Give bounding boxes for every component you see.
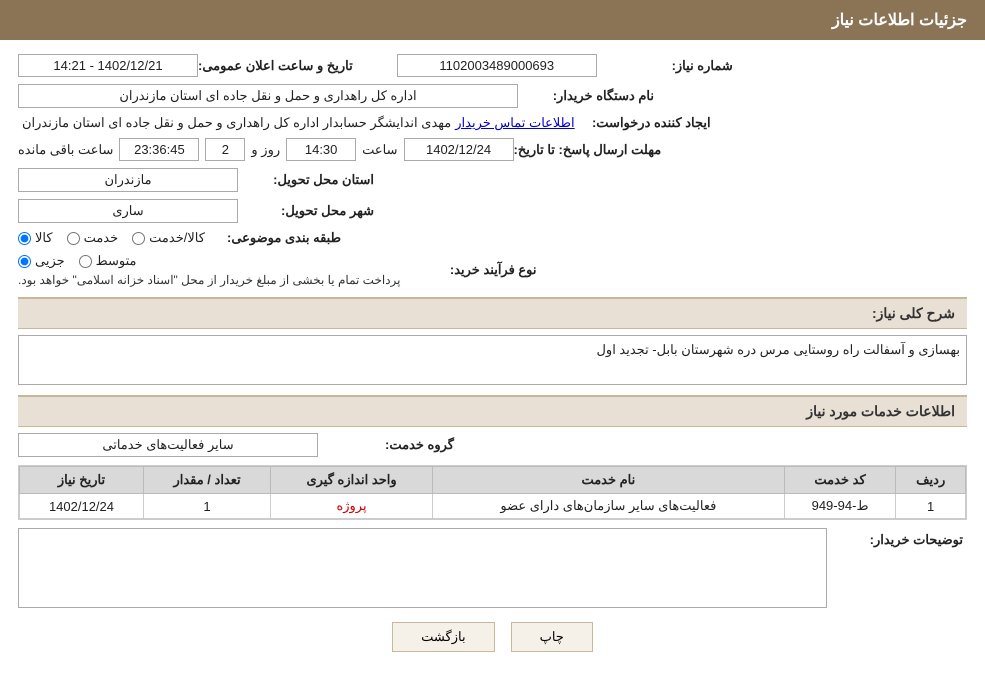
- purchase-option-1-label: متوسط: [96, 253, 137, 269]
- buyer-desc-textarea[interactable]: [25, 535, 820, 605]
- answer-date: 1402/12/24: [404, 138, 514, 161]
- answer-deadline-row: مهلت ارسال پاسخ: تا تاریخ: 1402/12/24 سا…: [18, 138, 967, 161]
- general-desc-section: شرح کلی نیاز:: [18, 297, 967, 329]
- datetime-value: 1402/12/21 - 14:21: [18, 54, 198, 77]
- subject-option-0: کالا: [18, 230, 53, 246]
- delivery-province-label: استان محل تحویل:: [238, 172, 378, 188]
- deadline-inline: 1402/12/24 ساعت 14:30 روز و 2 23:36:45 س…: [18, 138, 514, 161]
- table-header-row: ردیف کد خدمت نام خدمت واحد اندازه گیری ت…: [20, 467, 966, 494]
- buyer-org-label: نام دستگاه خریدار:: [518, 88, 658, 104]
- subject-radio-0[interactable]: [18, 232, 31, 245]
- delivery-city-row: شهر محل تحویل: ساری: [18, 199, 967, 223]
- page-header: جزئیات اطلاعات نیاز: [0, 0, 985, 40]
- need-number-row: شماره نیاز: 1102003489000693 تاریخ و ساع…: [18, 54, 967, 77]
- purchase-radio-1[interactable]: [79, 255, 92, 268]
- subject-options: کالا/خدمت خدمت کالا: [18, 230, 205, 246]
- service-group-value: سایر فعالیت‌های خدماتی: [18, 433, 318, 457]
- col-row: ردیف: [896, 467, 966, 494]
- service-group-label: گروه خدمت:: [318, 437, 458, 453]
- delivery-province-row: استان محل تحویل: مازندران: [18, 168, 967, 192]
- general-desc-box: بهسازی و آسفالت راه روستایی مرس دره شهرس…: [18, 335, 967, 385]
- subject-radio-2[interactable]: [132, 232, 145, 245]
- purchase-radio-0[interactable]: [18, 255, 31, 268]
- buttons-row: چاپ بازگشت: [18, 622, 967, 652]
- need-number-value: 1102003489000693: [397, 54, 597, 77]
- buyer-org-value: اداره کل راهداری و حمل و نقل جاده ای است…: [18, 84, 518, 108]
- col-unit: واحد اندازه گیری: [271, 467, 433, 494]
- col-qty: تعداد / مقدار: [143, 467, 270, 494]
- need-number-label: شماره نیاز:: [597, 58, 737, 74]
- purchase-option-1: متوسط: [79, 253, 137, 269]
- services-section-title: اطلاعات خدمات مورد نیاز: [18, 395, 967, 427]
- buyer-desc-row: توضیحات خریدار:: [18, 528, 967, 608]
- purchase-notice: پرداخت تمام یا بخشی از مبلغ خریدار از مح…: [18, 273, 401, 287]
- print-button[interactable]: چاپ: [511, 622, 593, 652]
- remaining-time: 23:36:45: [119, 138, 199, 161]
- purchase-type-content: متوسط جزیی پرداخت تمام یا بخشی از مبلغ خ…: [18, 253, 401, 287]
- cell-row: 1: [896, 494, 966, 519]
- datetime-label: تاریخ و ساعت اعلان عمومی:: [198, 58, 357, 74]
- services-table: ردیف کد خدمت نام خدمت واحد اندازه گیری ت…: [19, 466, 966, 519]
- subject-option-2: کالا/خدمت: [132, 230, 205, 246]
- answer-time: 14:30: [286, 138, 356, 161]
- purchase-type-label: نوع فرآیند خرید:: [401, 262, 541, 278]
- answer-days-label: روز و: [251, 142, 280, 158]
- answer-deadline-label: مهلت ارسال پاسخ: تا تاریخ:: [514, 142, 666, 158]
- delivery-city-value: ساری: [18, 199, 238, 223]
- subject-option-2-label: کالا/خدمت: [149, 230, 205, 246]
- content-area: شماره نیاز: 1102003489000693 تاریخ و ساع…: [0, 40, 985, 680]
- col-name: نام خدمت: [432, 467, 784, 494]
- table-row: 1 ط-94-949 فعالیت‌های سایر سازمان‌های دا…: [20, 494, 966, 519]
- buyer-desc-box: [18, 528, 827, 608]
- creator-value: مهدی اندایشگر حسابدار اداره کل راهداری و…: [22, 115, 451, 131]
- answer-days: 2: [205, 138, 245, 161]
- purchase-options: متوسط جزیی: [18, 253, 137, 269]
- creator-row: ایجاد کننده درخواست: اطلاعات تماس خریدار…: [18, 115, 967, 131]
- purchase-option-0-label: جزیی: [35, 253, 65, 269]
- subject-option-0-label: کالا: [35, 230, 53, 246]
- general-desc-value: بهسازی و آسفالت راه روستایی مرس دره شهرس…: [596, 342, 960, 357]
- cell-name: فعالیت‌های سایر سازمان‌های دارای عضو: [432, 494, 784, 519]
- creator-link[interactable]: اطلاعات تماس خریدار: [455, 115, 574, 131]
- subject-label: طبقه بندی موضوعی:: [205, 230, 345, 246]
- subject-row: طبقه بندی موضوعی: کالا/خدمت خدمت کالا: [18, 230, 967, 246]
- buyer-desc-container: [18, 528, 827, 608]
- purchase-option-0: جزیی: [18, 253, 65, 269]
- buyer-org-row: نام دستگاه خریدار: اداره کل راهداری و حم…: [18, 84, 967, 108]
- general-desc-label: شرح کلی نیاز:: [872, 305, 955, 321]
- delivery-city-label: شهر محل تحویل:: [238, 203, 378, 219]
- subject-radio-1[interactable]: [67, 232, 80, 245]
- general-desc-container: بهسازی و آسفالت راه روستایی مرس دره شهرس…: [18, 335, 967, 385]
- back-button[interactable]: بازگشت: [392, 622, 494, 652]
- services-table-container: ردیف کد خدمت نام خدمت واحد اندازه گیری ت…: [18, 465, 967, 520]
- cell-code: ط-94-949: [784, 494, 896, 519]
- subject-option-1-label: خدمت: [84, 230, 119, 246]
- cell-qty: 1: [143, 494, 270, 519]
- remaining-time-label: ساعت باقی مانده: [18, 142, 113, 158]
- col-date: تاریخ نیاز: [20, 467, 144, 494]
- purchase-type-row: نوع فرآیند خرید: متوسط جزیی پرداخت تمام …: [18, 253, 967, 287]
- delivery-province-value: مازندران: [18, 168, 238, 192]
- creator-label: ایجاد کننده درخواست:: [575, 115, 715, 131]
- subject-option-1: خدمت: [67, 230, 119, 246]
- answer-time-label: ساعت: [362, 142, 397, 158]
- page-container: جزئیات اطلاعات نیاز شماره نیاز: 11020034…: [0, 0, 985, 691]
- cell-date: 1402/12/24: [20, 494, 144, 519]
- page-title: جزئیات اطلاعات نیاز: [832, 12, 967, 29]
- buyer-desc-label: توضیحات خریدار:: [827, 528, 967, 608]
- col-code: کد خدمت: [784, 467, 896, 494]
- cell-unit: پروژه: [271, 494, 433, 519]
- service-group-row: گروه خدمت: سایر فعالیت‌های خدماتی: [18, 433, 967, 457]
